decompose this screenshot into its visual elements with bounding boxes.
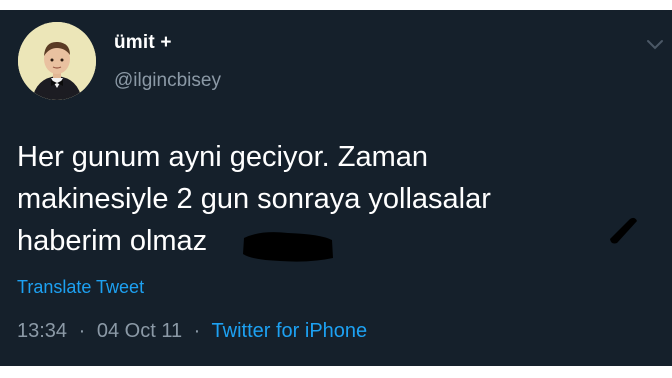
tweet-card: ümit + @ilgincbisey Her gunum ayni geciy… bbox=[0, 10, 672, 366]
tweet-text-line: Her gunum ayni geciyor. Zaman bbox=[17, 141, 429, 173]
meta-separator: · bbox=[193, 320, 201, 342]
tweet-source-link[interactable]: Twitter for iPhone bbox=[212, 320, 368, 342]
tweet-time: 13:34 bbox=[17, 320, 68, 342]
redaction-scribble bbox=[243, 232, 333, 262]
tweet-date: 04 Oct 11 bbox=[96, 320, 183, 342]
avatar[interactable] bbox=[18, 22, 96, 100]
redaction-mark bbox=[610, 217, 637, 244]
tweet-text-line: makinesiyle 2 gun sonraya yollasalar bbox=[17, 183, 491, 215]
tweet-meta: 13:34 · 04 Oct 11 · Twitter for iPhone bbox=[17, 320, 367, 343]
display-name[interactable]: ümit + bbox=[114, 32, 172, 54]
user-handle[interactable]: @ilgincbisey bbox=[114, 70, 221, 92]
chevron-down-icon[interactable] bbox=[645, 38, 665, 52]
meta-separator: · bbox=[78, 320, 86, 342]
avatar-photo bbox=[18, 22, 96, 100]
translate-tweet-link[interactable]: Translate Tweet bbox=[17, 277, 144, 298]
